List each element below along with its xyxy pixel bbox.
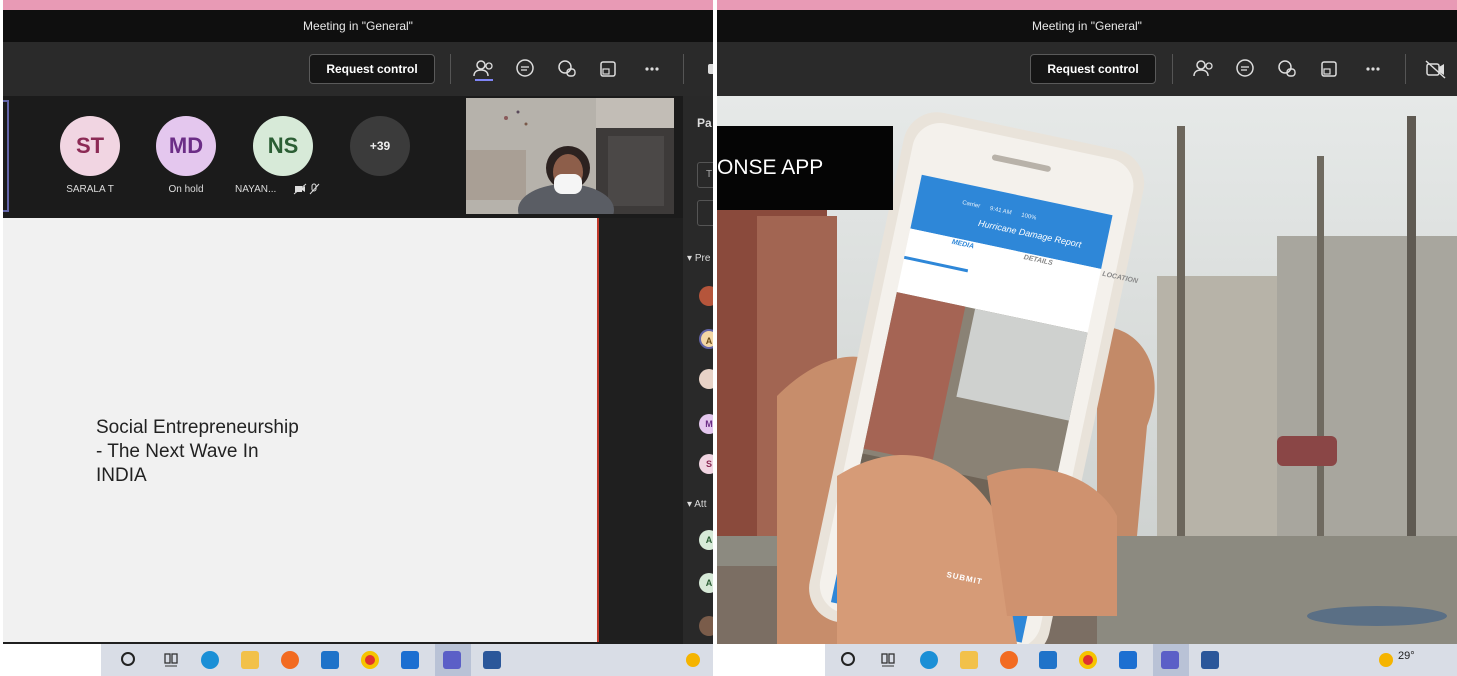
toolbar-divider: [1405, 54, 1406, 84]
chrome-icon[interactable]: [1079, 651, 1097, 669]
chat-icon[interactable]: [1232, 56, 1258, 82]
avatar[interactable]: A: [699, 573, 713, 593]
meeting-toolbar: Request control: [717, 42, 1457, 96]
search-participants-input[interactable]: T: [697, 162, 713, 188]
chrome-icon[interactable]: [361, 651, 379, 669]
left-teams-window: Meeting in "General" Request control ST …: [3, 0, 713, 676]
window-top-strip: [717, 0, 1457, 10]
avatar[interactable]: M: [699, 414, 713, 434]
panel-header: Pa: [697, 116, 712, 130]
window-title: Meeting in "General": [717, 10, 1457, 42]
search-fragment: T: [706, 169, 713, 180]
store-icon[interactable]: [401, 651, 419, 669]
video-caption-box: ONSE APP: [717, 126, 893, 210]
participants-panel: Pa T ▾ Pre A M S ▾ Att A A: [683, 96, 713, 644]
right-teams-window: Meeting in "General" Request control ONS…: [717, 0, 1457, 676]
participant-status: On hold: [168, 184, 204, 195]
weather-icon: [1379, 653, 1393, 667]
participant-name: SARALA T: [66, 184, 114, 195]
more-participants-button[interactable]: +39: [350, 116, 410, 176]
shared-video-stage: ONSE APP Carrier 9:41 AM 100% Hurricane …: [717, 96, 1457, 644]
avatar[interactable]: A: [699, 530, 713, 550]
avatar[interactable]: [699, 286, 713, 306]
section-label: Pre: [694, 253, 711, 264]
avatar-initials: NS: [267, 133, 299, 158]
mail-icon[interactable]: [321, 651, 339, 669]
tab-media[interactable]: MEDIA: [951, 239, 975, 251]
avatar-letter: A: [705, 535, 713, 545]
weather-temperature: 29°: [1398, 650, 1415, 662]
toolbar-divider: [450, 54, 451, 84]
avatar[interactable]: [699, 616, 713, 636]
windows-taskbar: 29°: [717, 644, 1457, 676]
avatar-nayan[interactable]: NS: [253, 116, 313, 176]
firefox-icon[interactable]: [281, 651, 299, 669]
pinned-tile-edge: [3, 100, 9, 212]
task-view-icon[interactable]: [880, 651, 898, 669]
tab-location[interactable]: LOCATION: [1102, 271, 1139, 285]
teams-icon[interactable]: [443, 651, 461, 669]
reactions-icon[interactable]: [1274, 56, 1300, 82]
firefox-icon[interactable]: [1000, 651, 1018, 669]
participant-name: NAYAN...: [235, 184, 277, 195]
avatar-md[interactable]: MD: [156, 116, 216, 176]
participants-icon[interactable]: [1191, 56, 1217, 82]
camera-off-icon[interactable]: [1423, 56, 1449, 82]
participants-icon[interactable]: [471, 56, 497, 82]
avatar-letter: S: [705, 459, 712, 469]
meeting-toolbar: Request control: [3, 42, 713, 96]
slide-title: Social Entrepreneurship - The Next Wave …: [96, 417, 299, 486]
avatar-letter: A: [705, 336, 713, 346]
cortana-icon[interactable]: [121, 652, 135, 666]
tab-details[interactable]: DETAILS: [1023, 254, 1053, 267]
rooms-icon[interactable]: [1316, 56, 1342, 82]
window-top-strip: [3, 0, 713, 10]
mail-icon[interactable]: [1039, 651, 1057, 669]
camera-off-icon[interactable]: [699, 56, 713, 82]
file-explorer-icon[interactable]: [960, 651, 978, 669]
avatar-initials: ST: [75, 133, 105, 158]
avatar-sarala[interactable]: ST: [60, 116, 120, 176]
overflow-count: +39: [369, 139, 391, 153]
avatar-initials: MD: [168, 133, 204, 158]
task-view-icon[interactable]: [163, 651, 181, 669]
share-invite-button[interactable]: [697, 200, 713, 226]
avatar[interactable]: [699, 369, 713, 389]
rooms-icon[interactable]: [595, 56, 621, 82]
avatar[interactable]: S: [699, 454, 713, 474]
request-control-button[interactable]: Request control: [1030, 54, 1156, 84]
section-label: Att: [694, 499, 707, 510]
more-icon[interactable]: [639, 56, 665, 82]
windows-taskbar: [3, 644, 713, 676]
attendees-section-toggle[interactable]: ▾ Att: [687, 499, 706, 510]
more-icon[interactable]: [1360, 56, 1386, 82]
avatar-letter: M: [705, 419, 713, 429]
store-icon[interactable]: [1119, 651, 1137, 669]
word-icon[interactable]: [483, 651, 501, 669]
webcam-feed: [466, 98, 674, 214]
toolbar-divider: [1172, 54, 1173, 84]
video-caption: ONSE APP: [717, 156, 824, 179]
chat-icon[interactable]: [512, 56, 538, 82]
presenters-section-toggle[interactable]: ▾ Pre: [687, 253, 710, 264]
mic-camera-off-icon: [293, 182, 323, 195]
edge-icon[interactable]: [201, 651, 219, 669]
cortana-icon[interactable]: [841, 652, 855, 666]
taskbar-search[interactable]: [3, 644, 101, 676]
edge-icon[interactable]: [920, 651, 938, 669]
avatar[interactable]: A: [699, 329, 713, 349]
file-explorer-icon[interactable]: [241, 651, 259, 669]
shared-slide: Social Entrepreneurship - The Next Wave …: [3, 218, 599, 642]
window-title: Meeting in "General": [3, 10, 713, 42]
word-icon[interactable]: [1201, 651, 1219, 669]
weather-icon: [686, 653, 700, 667]
reactions-icon[interactable]: [554, 56, 580, 82]
taskbar-search[interactable]: [717, 644, 825, 676]
participant-video: [466, 98, 674, 214]
avatar-letter: A: [705, 578, 713, 588]
teams-icon[interactable]: [1161, 651, 1179, 669]
request-control-button[interactable]: Request control: [309, 54, 435, 84]
toolbar-divider: [683, 54, 684, 84]
